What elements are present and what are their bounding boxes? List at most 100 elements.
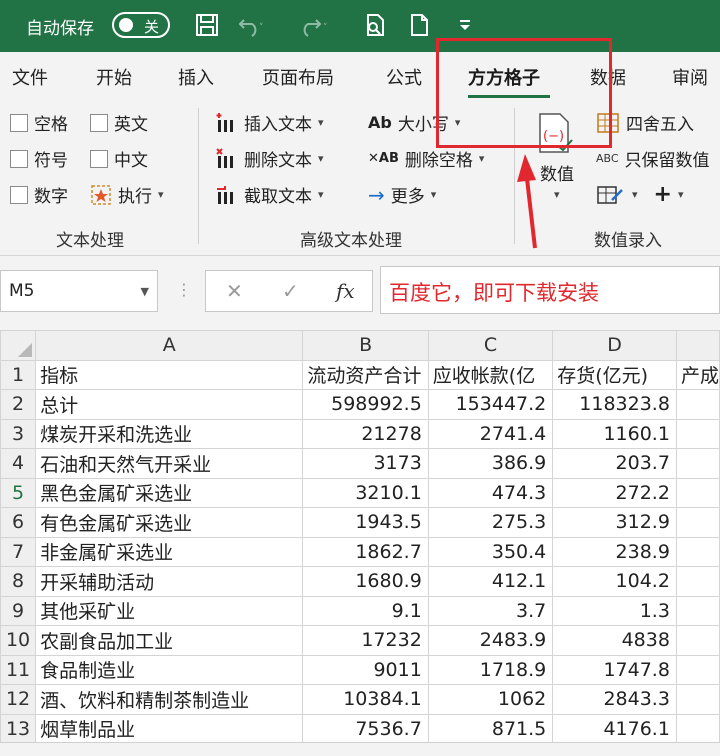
- chevron-down-icon[interactable]: ▾: [632, 188, 638, 201]
- cell-e[interactable]: [675, 684, 720, 715]
- cell-c[interactable]: 2483.9: [427, 625, 554, 656]
- row-header[interactable]: 4: [0, 448, 37, 479]
- cell-d[interactable]: 238.9: [552, 536, 677, 567]
- row-header[interactable]: 12: [0, 684, 37, 715]
- checkbox-box[interactable]: [10, 185, 28, 204]
- cell-c[interactable]: 153447.2: [427, 389, 554, 420]
- table-edit-icon[interactable]: [596, 184, 626, 206]
- tab-file[interactable]: 文件: [12, 64, 48, 90]
- tab-page-layout[interactable]: 页面布局: [262, 64, 334, 90]
- cell-a[interactable]: 总计: [35, 389, 304, 420]
- cell-b[interactable]: 1680.9: [302, 566, 429, 597]
- cell-b[interactable]: 1943.5: [302, 507, 429, 538]
- cell-a[interactable]: 石油和天然气开采业: [35, 448, 304, 479]
- cell-a[interactable]: 非金属矿采选业: [35, 536, 304, 567]
- chevron-down-icon[interactable]: ▾: [678, 188, 684, 201]
- insert-text-button[interactable]: 插入文本 ▾: [214, 110, 324, 135]
- cell-c[interactable]: 3.7: [427, 595, 554, 626]
- undo-icon[interactable]: ˅: [236, 10, 266, 40]
- cell-e[interactable]: [675, 418, 720, 449]
- cell-c[interactable]: 474.3: [427, 477, 554, 508]
- checkbox-english[interactable]: 英文: [90, 110, 148, 135]
- checkbox-box[interactable]: [10, 113, 28, 132]
- autosave-toggle[interactable]: 关: [112, 12, 170, 38]
- cell-c[interactable]: 应收帐款(亿: [427, 359, 554, 390]
- cell-b[interactable]: 7536.7: [302, 713, 429, 744]
- cell-a[interactable]: 黑色金属矿采选业: [35, 477, 304, 508]
- cell-e[interactable]: [675, 625, 720, 656]
- cell-b[interactable]: 17232: [302, 625, 429, 656]
- select-all-corner[interactable]: [0, 330, 37, 361]
- cell-b[interactable]: 3173: [302, 448, 429, 479]
- cell-d[interactable]: 118323.8: [552, 389, 677, 420]
- cell-c[interactable]: 1718.9: [427, 654, 554, 685]
- cell-c[interactable]: 275.3: [427, 507, 554, 538]
- cell-d[interactable]: 1160.1: [552, 418, 677, 449]
- cancel-icon[interactable]: ✕: [226, 279, 243, 303]
- name-box[interactable]: M5 ▼: [0, 270, 158, 312]
- cell-a[interactable]: 煤炭开采和洗选业: [35, 418, 304, 449]
- cell-e[interactable]: [675, 507, 720, 538]
- tab-formulas[interactable]: 公式: [386, 64, 422, 90]
- save-icon[interactable]: [192, 10, 222, 40]
- chevron-down-icon[interactable]: ▼: [141, 285, 149, 298]
- keep-values-button[interactable]: ABC 只保留数值: [596, 146, 710, 171]
- checkbox-box[interactable]: [90, 149, 108, 168]
- cell-b[interactable]: 1862.7: [302, 536, 429, 567]
- checkbox-number[interactable]: 数字: [10, 182, 68, 207]
- extract-text-button[interactable]: 截取文本 ▾: [214, 182, 324, 207]
- fx-icon[interactable]: fx: [336, 279, 355, 303]
- tab-review[interactable]: 审阅: [672, 64, 708, 90]
- row-header[interactable]: 5: [0, 477, 37, 508]
- cell-e[interactable]: [675, 566, 720, 597]
- more-button[interactable]: → 更多 ▾: [368, 182, 436, 208]
- row-header[interactable]: 1: [0, 359, 37, 390]
- cell-a[interactable]: 其他采矿业: [35, 595, 304, 626]
- cell-e[interactable]: 产成: [675, 359, 720, 390]
- cell-d[interactable]: 2843.3: [552, 684, 677, 715]
- cell-c[interactable]: 1062: [427, 684, 554, 715]
- tab-insert[interactable]: 插入: [178, 64, 214, 90]
- row-header[interactable]: 2: [0, 389, 37, 420]
- plus-icon[interactable]: +: [654, 182, 672, 207]
- redo-icon[interactable]: ˅: [298, 10, 328, 40]
- column-header-b[interactable]: B: [302, 330, 429, 361]
- cell-b[interactable]: 598992.5: [302, 389, 429, 420]
- cell-b[interactable]: 9.1: [302, 595, 429, 626]
- cell-b[interactable]: 流动资产合计: [302, 359, 429, 390]
- checkbox-box[interactable]: [10, 149, 28, 168]
- cell-b[interactable]: 9011: [302, 654, 429, 685]
- delete-space-button[interactable]: ✕AB 删除空格 ▾: [368, 146, 484, 171]
- checkbox-chinese[interactable]: 中文: [90, 146, 148, 171]
- row-header[interactable]: 11: [0, 654, 37, 685]
- column-header-a[interactable]: A: [35, 330, 304, 361]
- new-file-icon[interactable]: [404, 10, 434, 40]
- round-button[interactable]: 四舍五入: [596, 110, 694, 135]
- cell-e[interactable]: [675, 477, 720, 508]
- cell-e[interactable]: [675, 536, 720, 567]
- cell-d[interactable]: 4838: [552, 625, 677, 656]
- column-header-e[interactable]: [675, 330, 720, 361]
- row-header[interactable]: 7: [0, 536, 37, 567]
- cell-d[interactable]: 312.9: [552, 507, 677, 538]
- cell-e[interactable]: [675, 595, 720, 626]
- row-header[interactable]: 6: [0, 507, 37, 538]
- delete-text-button[interactable]: 删除文本 ▾: [214, 146, 324, 171]
- cell-d[interactable]: 1.3: [552, 595, 677, 626]
- cell-d[interactable]: 存货(亿元): [552, 359, 677, 390]
- row-header[interactable]: 10: [0, 625, 37, 656]
- row-header[interactable]: 3: [0, 418, 37, 449]
- cell-e[interactable]: [675, 389, 720, 420]
- cell-a[interactable]: 烟草制品业: [35, 713, 304, 744]
- cell-e[interactable]: [675, 713, 720, 744]
- checkbox-symbol[interactable]: 符号: [10, 146, 68, 171]
- tab-fangfanggezi[interactable]: 方方格子: [468, 64, 540, 90]
- cell-c[interactable]: 871.5: [427, 713, 554, 744]
- execute-button[interactable]: 执行 ▾: [90, 182, 164, 207]
- row-header[interactable]: 8: [0, 566, 37, 597]
- tab-home[interactable]: 开始: [96, 64, 132, 90]
- cell-e[interactable]: [675, 448, 720, 479]
- value-button[interactable]: (−) 数值 ▾: [530, 110, 590, 210]
- cell-c[interactable]: 412.1: [427, 566, 554, 597]
- checkbox-box[interactable]: [90, 113, 108, 132]
